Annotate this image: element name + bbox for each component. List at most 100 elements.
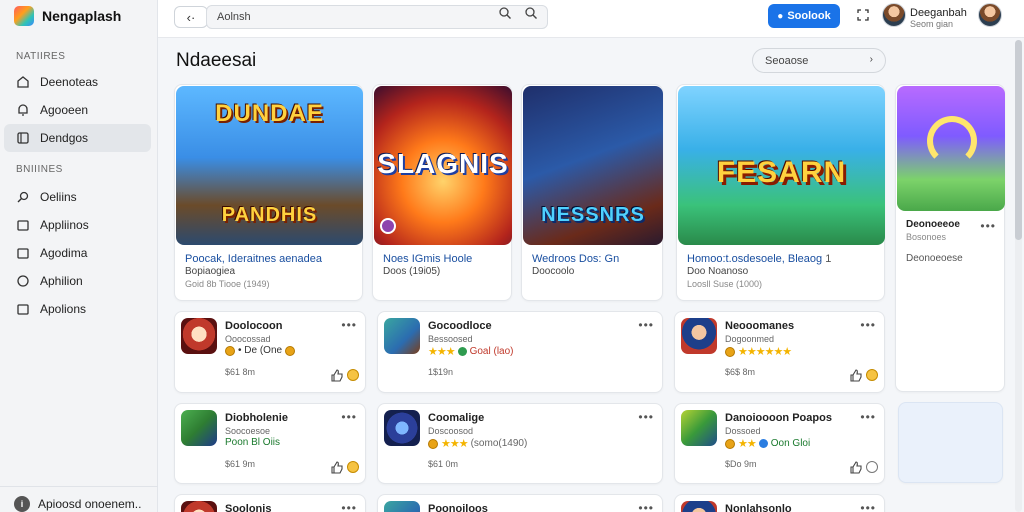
user-subtitle: Seom gian: [910, 19, 954, 29]
app-developer: Soocoesoe: [225, 426, 271, 436]
app-title: Gocoodloce: [428, 320, 492, 332]
app-title: Diobholenie: [225, 412, 288, 424]
sidebar-item-5[interactable]: Appliinos: [4, 211, 151, 239]
art-title: DUNDAE: [215, 100, 324, 127]
more-options-icon[interactable]: •••: [638, 318, 654, 332]
game-title-suffix: 1: [825, 253, 832, 265]
more-options-icon[interactable]: •••: [638, 501, 654, 512]
info-icon: i: [14, 496, 30, 512]
expand-icon[interactable]: [855, 7, 871, 23]
art-subtitle: PANDHIS: [221, 204, 318, 226]
primary-action-label: Soolook: [787, 10, 831, 22]
publisher-icon: [380, 218, 396, 234]
more-options-icon[interactable]: •••: [860, 501, 876, 512]
sidebar-item-2[interactable]: Agooeen: [4, 96, 151, 124]
brand[interactable]: Nengaplash: [14, 6, 121, 26]
game-artwork: NESSNRS: [523, 86, 663, 245]
rainbow-graphic: [927, 116, 977, 166]
sidebar-item-3[interactable]: Dendgos: [4, 124, 151, 152]
sidebar-item-4[interactable]: Oeliins: [4, 183, 151, 211]
more-options-icon[interactable]: •••: [860, 318, 876, 332]
app-card[interactable]: Nonlahsonlo •••: [674, 494, 885, 512]
app-size: $Do 9m: [725, 459, 757, 469]
app-icon: [384, 410, 420, 446]
avatar[interactable]: [882, 3, 906, 27]
more-options-icon[interactable]: •••: [638, 410, 654, 424]
featured-game-card[interactable]: FESARN Homoo:t.osdesoele, Bleaog 1 Doo N…: [676, 84, 885, 301]
thumbs-up-icon[interactable]: [331, 368, 343, 382]
star-rating-icons: ★★★: [428, 346, 456, 358]
sidebar-section-title: NATIIRES: [16, 51, 66, 62]
settings-icon[interactable]: [866, 461, 878, 473]
star-rating-icons: ★★★: [441, 438, 469, 450]
featured-game-card[interactable]: Deonoeeoe ••• Bosonoes Deonoeoese: [895, 84, 1005, 392]
app-card[interactable]: Coomalige ••• Doscoosod ★★★ (somo(1490) $…: [377, 403, 663, 484]
game-title: Noes IGmis Hoole: [383, 253, 473, 265]
app-title: Soolonis: [225, 503, 272, 512]
sidebar-item-label: Agooeen: [40, 103, 89, 117]
art-title: NESSNRS: [541, 204, 645, 226]
app-rating: • De (One: [225, 345, 296, 356]
topbar: ‹· Aolnsh ● Soolook Deeganbah Seom gian: [158, 0, 1024, 38]
thumbs-up-icon[interactable]: [331, 460, 343, 474]
sort-dropdown[interactable]: Seoaose ›: [752, 48, 886, 73]
chevron-down-icon: ›: [869, 54, 873, 65]
scrollbar-thumb[interactable]: [1015, 40, 1022, 240]
app-card[interactable]: Doolocoon ••• Ooocossad • De (One $61 8m: [174, 311, 366, 393]
more-options-icon[interactable]: •••: [341, 501, 357, 512]
sidebar-item-7[interactable]: Aphilion: [4, 267, 151, 295]
app-card[interactable]: Poonoiloos •••: [377, 494, 663, 512]
app-card[interactable]: Diobholenie ••• Soocoesoe Poon Bl Oiis $…: [174, 403, 366, 484]
app-name: Nengaplash: [42, 8, 122, 24]
app-title: Nonlahsonlo: [725, 503, 792, 512]
scrollbar[interactable]: [1015, 40, 1022, 512]
sidebar-footer[interactable]: i Apioosd onoenem..: [14, 496, 141, 512]
search-icon[interactable]: [497, 6, 513, 20]
app-card[interactable]: Gocoodloce ••• Bessoosed ★★★ Goal (lao) 1…: [377, 311, 663, 393]
sidebar-item-label: Dendgos: [40, 131, 89, 145]
game-title: Wedroos Dos: Gn: [532, 253, 620, 265]
sidebar-item-6[interactable]: Agodima: [4, 239, 151, 267]
app-card[interactable]: Danoioooon Poapos ••• Dossoed ★★ Oon Gloi…: [674, 403, 885, 484]
app-card[interactable]: Neooomanes ••• Dogoonmed ★★★★★★ $6$ 8m: [674, 311, 885, 393]
sidebar-item-label: Appliinos: [40, 218, 89, 232]
avatar[interactable]: [978, 3, 1002, 27]
more-options-icon[interactable]: •••: [341, 410, 357, 424]
app-logo: [14, 6, 34, 26]
star-rating-icons: ★★★★★★: [738, 346, 792, 358]
game-title: Poocak, Ideraitnes aenadea: [185, 253, 322, 265]
game-genre: Bosonoes: [906, 232, 947, 242]
featured-game-card[interactable]: DUNDAE PANDHIS Poocak, Ideraitnes aenade…: [174, 84, 363, 301]
back-button[interactable]: ‹·: [174, 6, 208, 28]
more-options-icon[interactable]: •••: [980, 219, 996, 233]
sidebar-item-label: Deenoteas: [40, 75, 99, 89]
grid-icon: [16, 131, 30, 145]
game-genre: Doocoolo: [532, 266, 575, 277]
sidebar-item-8[interactable]: Apolions: [4, 295, 151, 323]
game-genre: Doos (19i05): [383, 266, 441, 277]
sidebar-item-1[interactable]: Deenoteas: [4, 68, 151, 96]
gem-icon: [457, 347, 467, 356]
game-artwork: [897, 86, 1005, 211]
featured-game-card[interactable]: NESSNRS Wedroos Dos: Gn Doocoolo: [521, 84, 663, 301]
game-meta: Loosll Suse (1000): [687, 279, 763, 289]
featured-game-card[interactable]: SLAGNIS Noes IGmis Hoole Doos (19i05): [372, 84, 512, 301]
home-icon: [16, 75, 30, 89]
thumbs-up-icon[interactable]: [850, 368, 862, 382]
app-developer: Bessoosed: [428, 334, 473, 344]
app-icon: [681, 410, 717, 446]
app-card[interactable]: Soolonis •••: [174, 494, 366, 512]
coin-icon: [285, 345, 296, 356]
app-icon: [681, 501, 717, 512]
placeholder-card: [898, 402, 1003, 483]
rating-text: (somo(1490): [470, 438, 528, 449]
user-name: Deeganbah: [910, 7, 967, 19]
window-icon: [16, 218, 30, 232]
primary-action-button[interactable]: ● Soolook: [768, 4, 840, 28]
more-options-icon[interactable]: •••: [341, 318, 357, 332]
more-options-icon[interactable]: •••: [860, 410, 876, 424]
search-icon[interactable]: [523, 6, 539, 20]
search-placeholder: Aolnsh: [217, 11, 251, 23]
sidebar-footer-label: Apioosd onoenem..: [38, 497, 142, 511]
thumbs-up-icon[interactable]: [850, 460, 862, 474]
